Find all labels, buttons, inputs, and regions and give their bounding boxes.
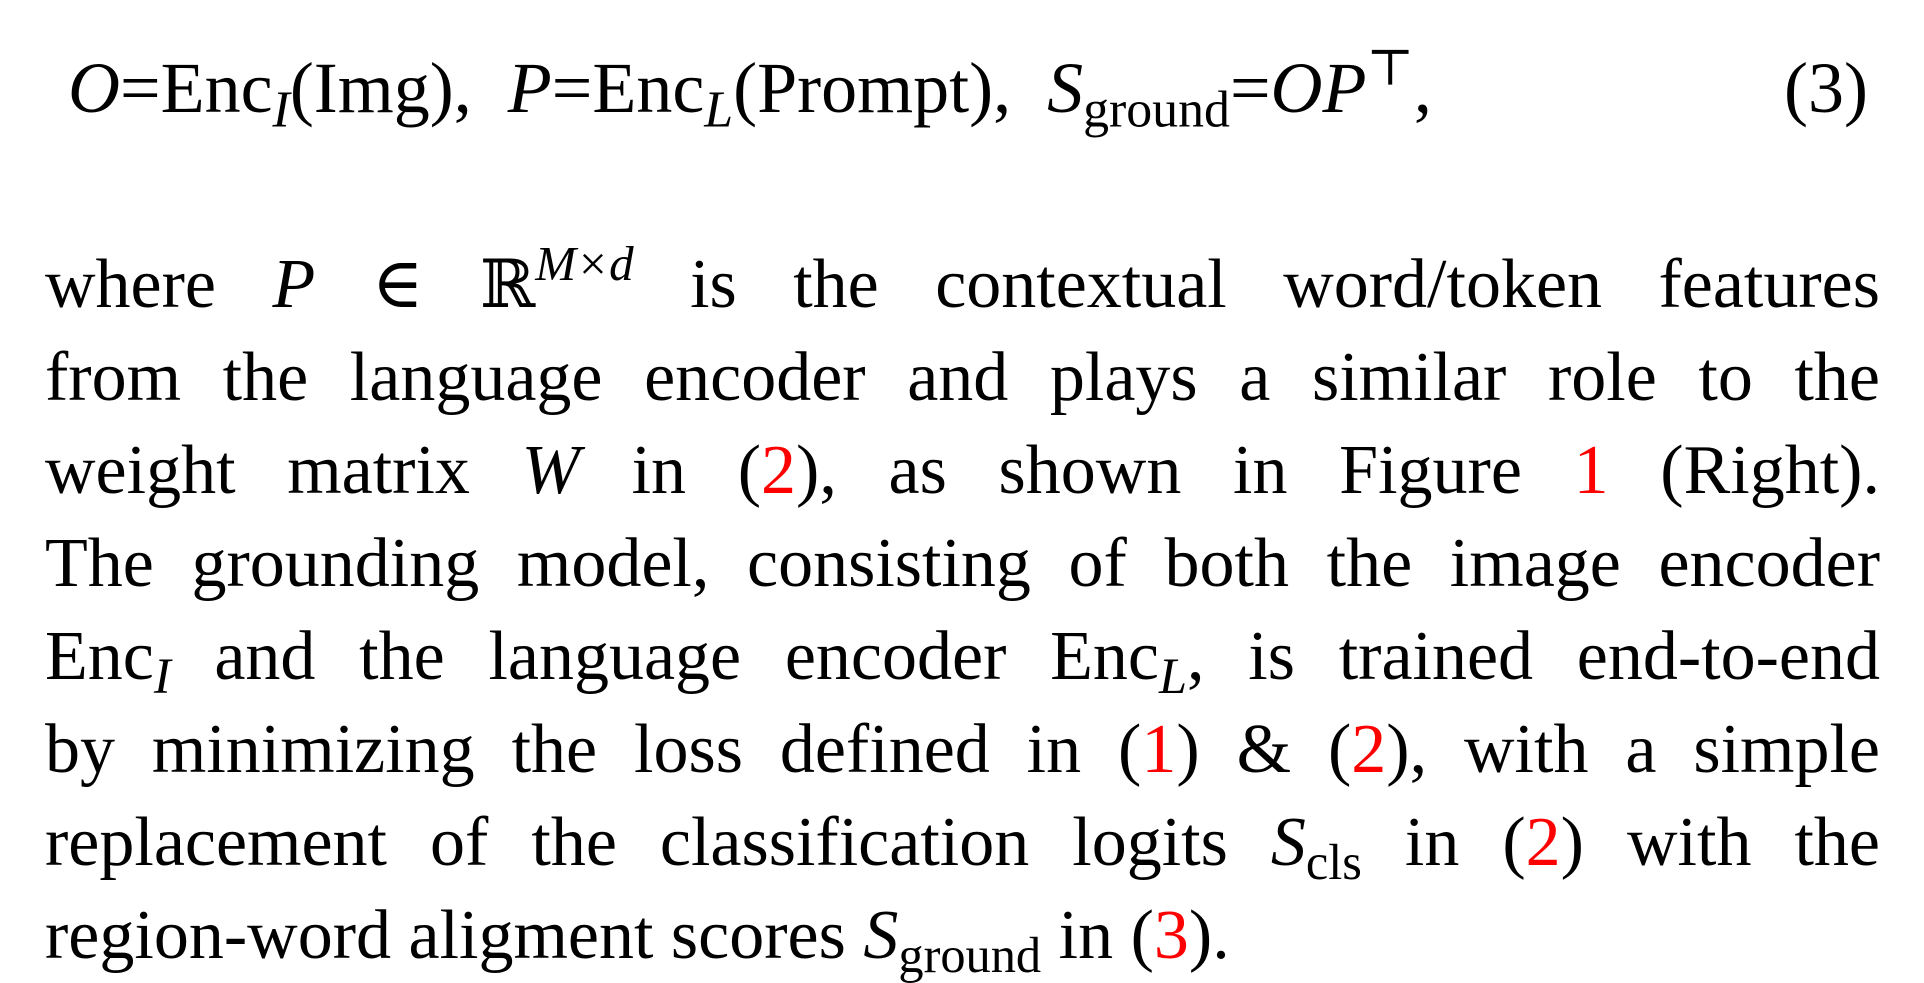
eq-symbol-O: O: [68, 48, 120, 128]
paragraph-line-6: by minimizing the loss defined in (1) & …: [45, 703, 1880, 796]
equation-number: (3): [1784, 48, 1868, 128]
text: and the language encoder: [170, 618, 1051, 695]
text: ) & (: [1176, 711, 1352, 788]
math-S: S: [1270, 804, 1306, 881]
equation-ref-1[interactable]: 1: [1141, 711, 1176, 788]
text: in (: [579, 432, 762, 509]
eq-transpose: ⊤: [1366, 39, 1414, 96]
text: is the contextual word/token features: [633, 246, 1880, 323]
eq-enc-image: Enc: [160, 48, 273, 128]
math-subscript-ground: ground: [898, 927, 1042, 983]
equation-ref-2[interactable]: 2: [1526, 804, 1561, 881]
eq-subscript-ground: ground: [1083, 81, 1230, 139]
eq-equals: =: [1229, 48, 1271, 128]
math-S: S: [863, 897, 899, 974]
text: ), with a simple: [1386, 711, 1880, 788]
equation-ref-2[interactable]: 2: [1351, 711, 1386, 788]
text: in (: [1361, 804, 1526, 881]
text: region-word aligment scores: [45, 897, 864, 974]
eq-symbol-OP: OP: [1270, 48, 1367, 128]
eq-symbol-S: S: [1047, 48, 1084, 128]
text: by minimizing the loss defined in (: [45, 711, 1142, 788]
math-superscript-Mxd: M×d: [535, 236, 634, 292]
eq-comma: ,: [1413, 48, 1432, 128]
equation-ref-3[interactable]: 3: [1154, 897, 1189, 974]
text: (Right).: [1608, 432, 1880, 509]
equation-3: O=EncI(Img), P=EncL(Prompt), Sground=OP⊤…: [68, 38, 1868, 138]
eq-equals: =: [551, 48, 593, 128]
paragraph-line-2: from the language encoder and plays a si…: [45, 339, 1880, 416]
paper-page: O=EncI(Img), P=EncL(Prompt), Sground=OP⊤…: [0, 0, 1924, 980]
paragraph-line-5: EncI and the language encoder EncL, is t…: [45, 610, 1880, 703]
eq-subscript-I: I: [272, 81, 290, 139]
paragraph-line-1: where P ∈ ℝM×d is the contextual word/to…: [45, 238, 1880, 331]
figure-ref-1[interactable]: 1: [1574, 432, 1609, 509]
text: ) with the: [1560, 804, 1880, 881]
paragraph-line-8: region-word aligment scores Sground in (…: [45, 889, 1880, 982]
text: where: [45, 246, 273, 323]
math-subscript-cls: cls: [1305, 834, 1362, 891]
text: ), as shown in Figure: [796, 432, 1574, 509]
text: ).: [1188, 897, 1230, 974]
math-element-of: ∈: [315, 246, 480, 323]
eq-symbol-P: P: [507, 48, 552, 128]
text: replacement of the classification logits: [45, 804, 1271, 881]
eq-prompt-argument: (Prompt),: [733, 48, 1012, 128]
text: , is trained end-to-end: [1187, 618, 1880, 695]
eq-equals: =: [120, 48, 161, 128]
paragraph-line-4: The grounding model, consisting of both …: [45, 525, 1880, 602]
body-paragraph: where P ∈ ℝM×d is the contextual word/to…: [45, 238, 1880, 982]
math-subscript-I: I: [153, 648, 171, 705]
eq-img-argument: (Img),: [289, 48, 472, 128]
paragraph-line-7: replacement of the classification logits…: [45, 796, 1880, 889]
math-P: P: [272, 246, 316, 323]
text: Enc: [1050, 618, 1159, 695]
text: in (: [1041, 897, 1154, 974]
equation-ref-2[interactable]: 2: [761, 432, 796, 509]
text: weight matrix: [45, 432, 522, 509]
eq-enc-language: Enc: [592, 48, 705, 128]
eq-subscript-L: L: [704, 81, 734, 139]
math-W: W: [521, 432, 580, 509]
math-real-numbers: ℝ: [479, 245, 536, 323]
math-subscript-L: L: [1158, 648, 1187, 705]
paragraph-line-3: weight matrix W in (2), as shown in Figu…: [45, 424, 1880, 517]
equation-body: O=EncI(Img), P=EncL(Prompt), Sground=OP⊤…: [68, 38, 1432, 138]
text: Enc: [45, 618, 154, 695]
